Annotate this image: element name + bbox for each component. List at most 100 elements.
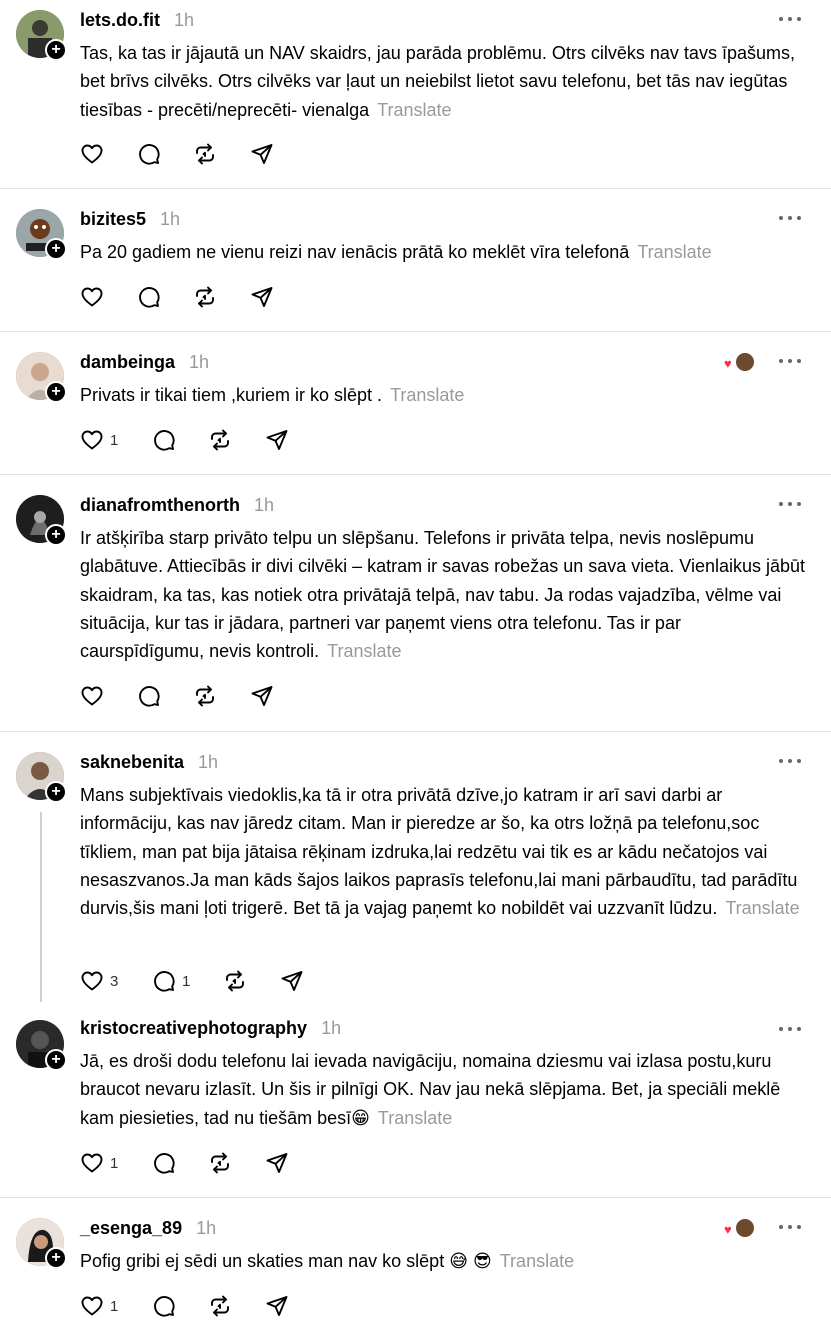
comment-icon: [137, 684, 161, 708]
like-button[interactable]: [80, 142, 104, 166]
reply-post: + dambeinga 1h ♥ Privats ir tikai tiem ,…: [0, 332, 831, 475]
timestamp[interactable]: 1h: [254, 495, 274, 516]
timestamp[interactable]: 1h: [196, 1218, 216, 1239]
username[interactable]: _esenga_89: [80, 1218, 182, 1239]
more-options-icon[interactable]: [779, 1025, 801, 1033]
avatar[interactable]: +: [16, 1020, 67, 1071]
reply-button[interactable]: [137, 142, 161, 166]
post-text: Ir atšķirība starp privāto telpu un slēp…: [80, 528, 806, 662]
reply-button[interactable]: [137, 684, 161, 708]
comment-icon: [152, 1294, 176, 1318]
send-icon: [250, 684, 274, 708]
avatar[interactable]: +: [16, 1218, 67, 1269]
like-count: 1: [110, 431, 119, 449]
avatar[interactable]: +: [16, 752, 67, 803]
thread-connector-line: [40, 812, 42, 1002]
translate-link[interactable]: Translate: [637, 242, 711, 262]
like-button[interactable]: 1: [80, 428, 118, 452]
repost-button[interactable]: [208, 428, 232, 452]
follow-plus-icon[interactable]: +: [45, 524, 67, 546]
translate-link[interactable]: Translate: [500, 1251, 574, 1271]
share-button[interactable]: [250, 684, 274, 708]
heart-icon: [80, 1294, 104, 1318]
reply-button[interactable]: [152, 1151, 176, 1175]
username[interactable]: saknebenita: [80, 752, 184, 773]
repost-button[interactable]: [208, 1151, 232, 1175]
timestamp[interactable]: 1h: [189, 352, 209, 373]
share-button[interactable]: [280, 969, 304, 993]
like-button[interactable]: 3: [80, 969, 118, 993]
follow-plus-icon[interactable]: +: [45, 781, 67, 803]
avatar[interactable]: +: [16, 10, 67, 61]
reply-button[interactable]: [137, 285, 161, 309]
follow-plus-icon[interactable]: +: [45, 1049, 67, 1071]
translate-link[interactable]: Translate: [725, 898, 799, 918]
repost-icon: [223, 969, 247, 993]
username[interactable]: lets.do.fit: [80, 10, 160, 31]
more-options-icon[interactable]: [779, 1223, 801, 1231]
timestamp[interactable]: 1h: [321, 1018, 341, 1039]
post-text: Jā, es droši dodu telefonu lai ievada na…: [80, 1051, 781, 1128]
comment-icon: [152, 1151, 176, 1175]
heart-icon: [80, 969, 104, 993]
like-button[interactable]: [80, 684, 104, 708]
translate-link[interactable]: Translate: [378, 1108, 452, 1128]
translate-link[interactable]: Translate: [390, 385, 464, 405]
username[interactable]: dambeinga: [80, 352, 175, 373]
like-button[interactable]: 1: [80, 1151, 118, 1175]
share-button[interactable]: [250, 142, 274, 166]
follow-plus-icon[interactable]: +: [45, 39, 67, 61]
translate-link[interactable]: Translate: [327, 641, 401, 661]
like-button[interactable]: 1: [80, 1294, 118, 1318]
author-avatar: [734, 351, 756, 373]
repost-button[interactable]: [208, 1294, 232, 1318]
repost-button[interactable]: [223, 969, 247, 993]
like-button[interactable]: [80, 285, 104, 309]
reply-button[interactable]: 1: [152, 969, 190, 993]
post-text: Pofig gribi ej sēdi un skaties man nav k…: [80, 1251, 575, 1271]
avatar[interactable]: +: [16, 495, 67, 546]
reply-post: + lets.do.fit 1h Tas, ka tas ir jājautā …: [0, 0, 831, 189]
username[interactable]: bizites5: [80, 209, 146, 230]
reply-button[interactable]: [152, 428, 176, 452]
repost-button[interactable]: [193, 285, 217, 309]
more-options-icon[interactable]: [779, 15, 801, 23]
heart-icon: ♥: [724, 356, 732, 371]
more-options-icon[interactable]: [779, 214, 801, 222]
timestamp[interactable]: 1h: [174, 10, 194, 31]
repost-icon: [208, 1151, 232, 1175]
share-button[interactable]: [250, 285, 274, 309]
timestamp[interactable]: 1h: [160, 209, 180, 230]
repost-button[interactable]: [193, 142, 217, 166]
username[interactable]: kristocreativephotography: [80, 1018, 307, 1039]
author-liked-indicator: ♥: [724, 351, 758, 375]
username[interactable]: dianafromthenorth: [80, 495, 240, 516]
heart-icon: [80, 1151, 104, 1175]
avatar[interactable]: +: [16, 352, 67, 403]
repost-icon: [193, 142, 217, 166]
timestamp[interactable]: 1h: [198, 752, 218, 773]
reply-button[interactable]: [152, 1294, 176, 1318]
heart-icon: [80, 142, 104, 166]
more-options-icon[interactable]: [779, 357, 801, 365]
repost-icon: [193, 684, 217, 708]
send-icon: [265, 428, 289, 452]
share-button[interactable]: [265, 428, 289, 452]
follow-plus-icon[interactable]: +: [45, 381, 67, 403]
follow-plus-icon[interactable]: +: [45, 238, 67, 260]
share-button[interactable]: [265, 1294, 289, 1318]
heart-icon: [80, 285, 104, 309]
avatar[interactable]: +: [16, 209, 67, 260]
follow-plus-icon[interactable]: +: [45, 1247, 67, 1269]
reply-post: + _esenga_89 1h ♥ Pofig gribi ej sēdi un…: [0, 1198, 831, 1339]
post-text: Pa 20 gadiem ne vienu reizi nav ienācis …: [80, 242, 712, 262]
share-button[interactable]: [265, 1151, 289, 1175]
comment-icon: [152, 969, 176, 993]
more-options-icon[interactable]: [779, 757, 801, 765]
author-liked-indicator: ♥: [724, 1217, 758, 1241]
repost-button[interactable]: [193, 684, 217, 708]
heart-icon: [80, 428, 104, 452]
post-text: Privats ir tikai tiem ,kuriem ir ko slēp…: [80, 385, 465, 405]
more-options-icon[interactable]: [779, 500, 801, 508]
translate-link[interactable]: Translate: [377, 100, 451, 120]
